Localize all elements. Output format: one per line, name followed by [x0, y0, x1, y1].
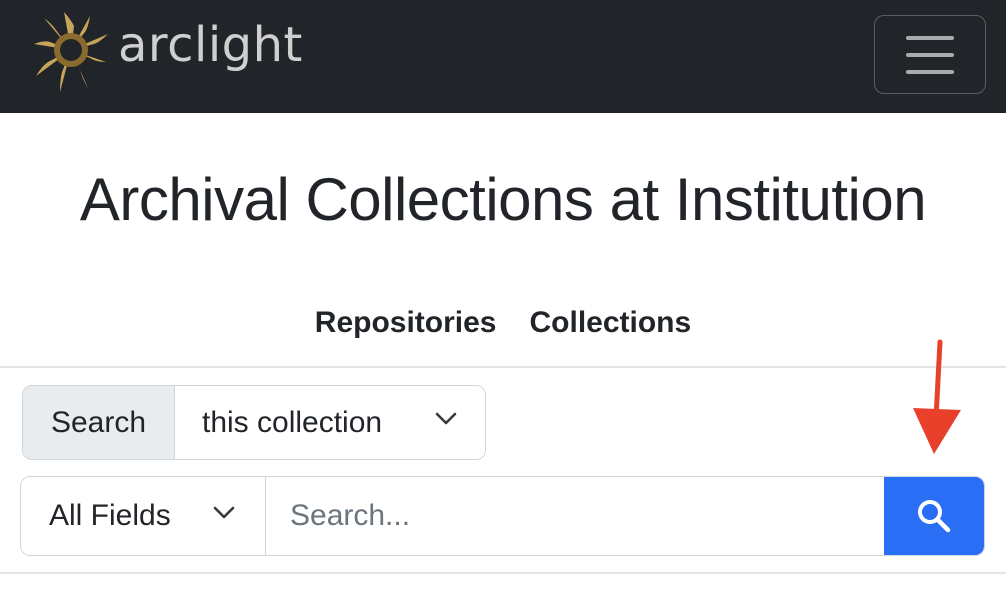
- nav-link-repositories[interactable]: Repositories: [315, 306, 497, 340]
- main-nav: Repositories Collections: [0, 306, 1006, 340]
- search-field-select[interactable]: All Fields: [21, 477, 266, 555]
- search-input[interactable]: [266, 477, 884, 555]
- search-button[interactable]: [884, 477, 984, 555]
- nav-link-collections[interactable]: Collections: [530, 306, 692, 340]
- page-title: Archival Collections at Institution: [79, 166, 927, 233]
- search-scope-select[interactable]: this collection: [175, 386, 485, 459]
- arrow-down-icon: [913, 339, 961, 454]
- brand-link[interactable]: arclight: [30, 6, 303, 94]
- chevron-down-icon: [213, 506, 235, 519]
- divider-bottom: [0, 572, 1006, 574]
- search-scope-label: Search: [23, 386, 175, 459]
- hamburger-menu-icon: [906, 69, 954, 74]
- chevron-down-icon: [435, 412, 457, 425]
- hamburger-menu-icon: [906, 52, 954, 57]
- search-icon: [918, 500, 951, 533]
- hamburger-menu-icon: [906, 35, 954, 40]
- search-form: All Fields: [20, 476, 985, 556]
- divider-top: [0, 366, 1006, 368]
- search-scope-value: this collection: [202, 405, 383, 439]
- brand-name: arclight: [118, 17, 303, 73]
- search-scope-group: Search this collection: [22, 385, 486, 460]
- search-field-value: All Fields: [49, 499, 171, 532]
- navbar-toggle-button[interactable]: [874, 15, 986, 94]
- top-navbar: arclight: [0, 0, 1006, 113]
- sun-logo-icon: [34, 12, 108, 92]
